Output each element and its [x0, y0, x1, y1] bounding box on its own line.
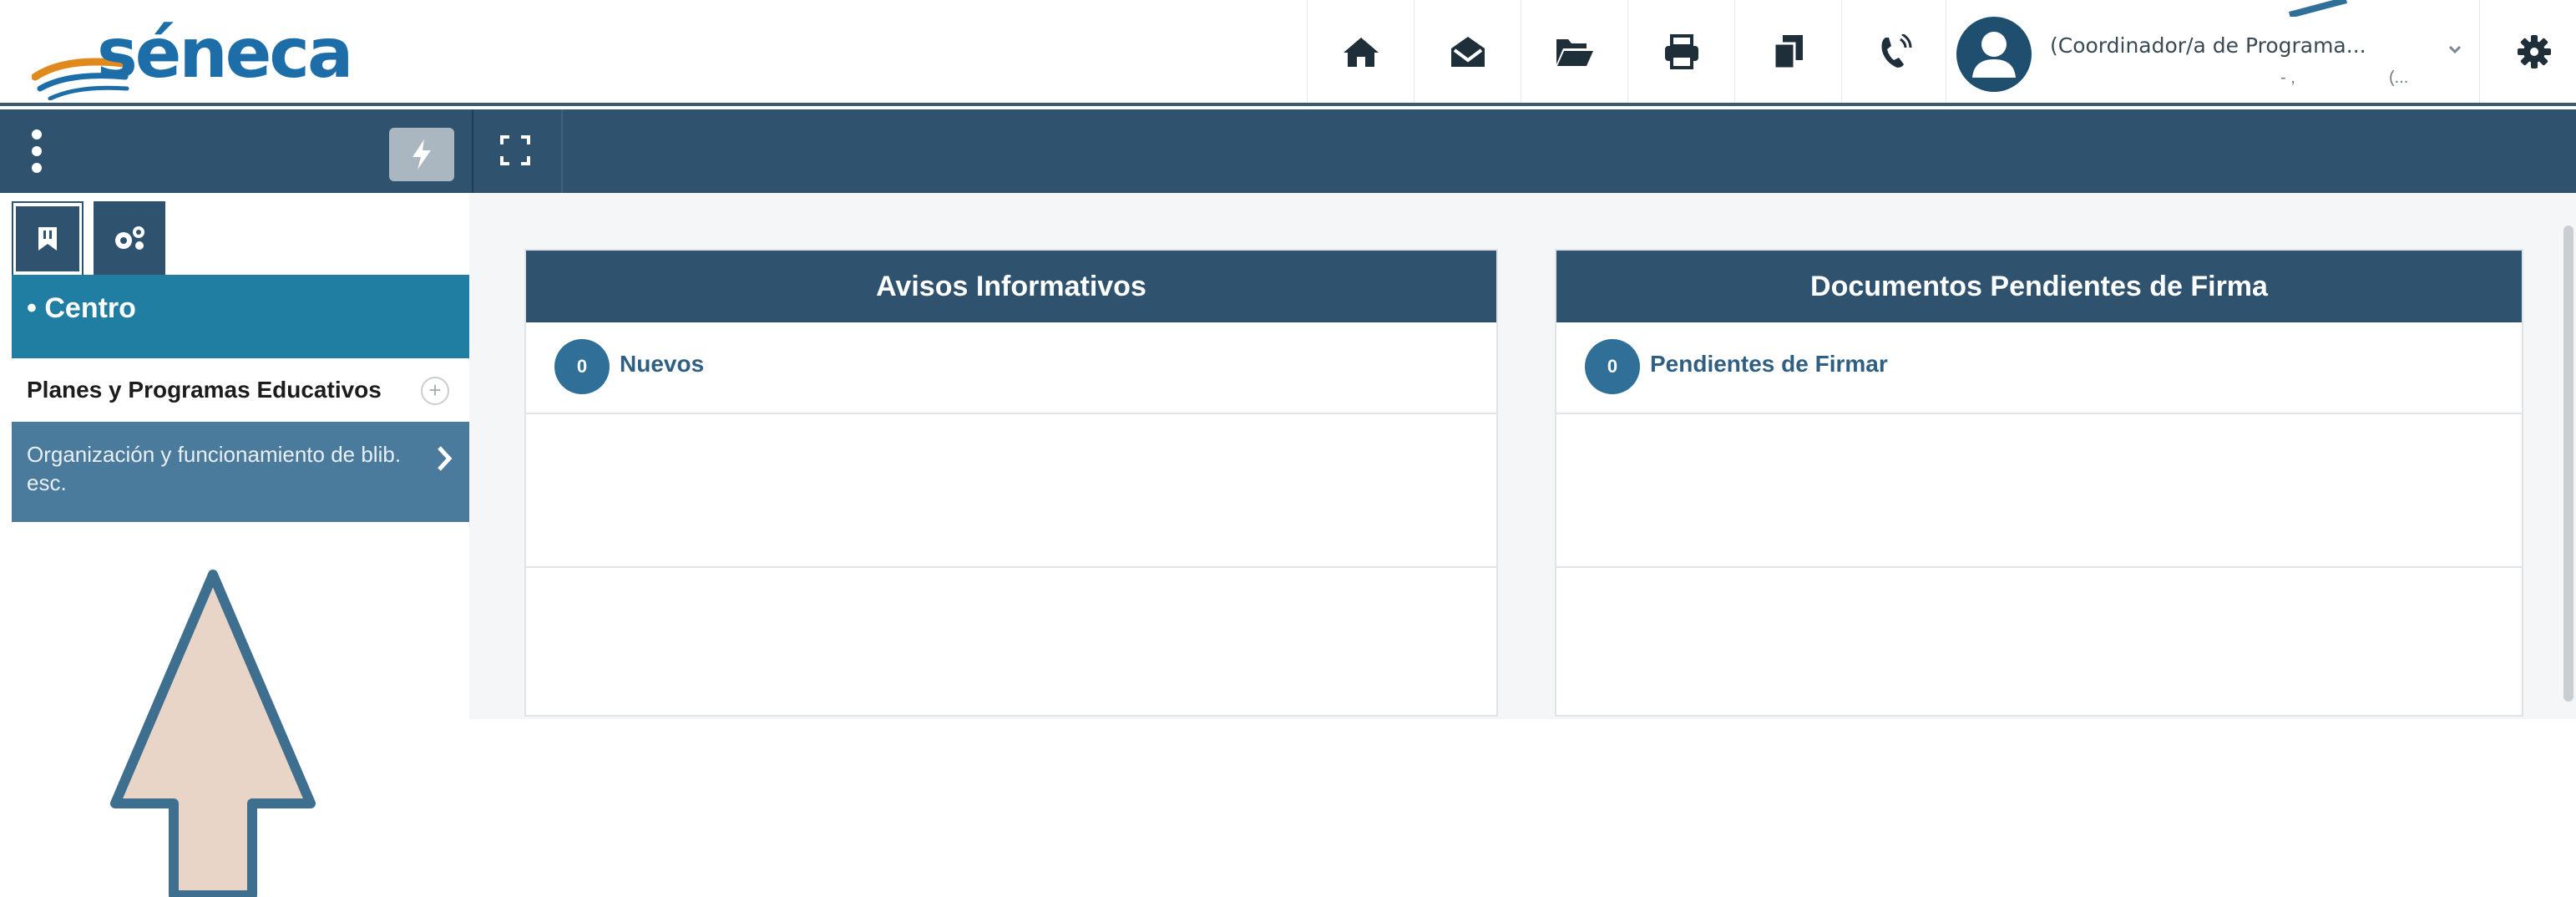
- sidebar-tabs: [0, 193, 469, 275]
- avisos-panel: Avisos Informativos 0 Nuevos: [524, 249, 1498, 717]
- empty-row: [526, 568, 1496, 715]
- panel-title: Documentos Pendientes de Firma: [1556, 251, 2522, 322]
- sidebar-item-label: Planes y Programas Educativos: [27, 377, 382, 403]
- contact-button[interactable]: [1841, 0, 1948, 103]
- plus-circle-icon[interactable]: +: [421, 377, 449, 405]
- count-badge: 0: [554, 339, 610, 394]
- envelope-open-icon: [1450, 36, 1485, 67]
- copy-icon: [1773, 34, 1803, 69]
- arrow-up-annotation: [110, 570, 316, 897]
- panel-title: Avisos Informativos: [526, 251, 1496, 322]
- sidebar-section-centro[interactable]: • Centro: [12, 275, 469, 358]
- count-label[interactable]: Nuevos: [620, 351, 704, 378]
- header-toolbar: [1307, 0, 1948, 103]
- list-item[interactable]: 0 Nuevos: [526, 322, 1496, 414]
- sidebar-item-organizacion[interactable]: Organización y funcionamiento de blib. e…: [12, 422, 469, 522]
- settings-button[interactable]: [2492, 0, 2576, 103]
- cogs-icon: [115, 226, 144, 250]
- phone-volume-icon: [1881, 33, 1911, 68]
- print-icon: [1664, 33, 1698, 69]
- app-header: séneca (Coordinador/a de Programa... - ,…: [0, 0, 2576, 106]
- count-badge: 0: [1585, 339, 1640, 394]
- print-button[interactable]: [1627, 0, 1734, 103]
- files-button[interactable]: [1521, 0, 1627, 103]
- tab-menu[interactable]: [12, 201, 84, 275]
- chevron-down-icon: [2448, 45, 2462, 54]
- documentos-panel: Documentos Pendientes de Firma 0 Pendien…: [1555, 249, 2523, 717]
- empty-row: [1556, 568, 2522, 715]
- sidebar-item-label: Organización y funcionamiento de blib. e…: [27, 442, 402, 495]
- home-button[interactable]: [1307, 0, 1414, 103]
- user-avatar-icon: [1956, 17, 2032, 92]
- bookmark-icon: [38, 227, 57, 251]
- bar-divider: [472, 109, 473, 193]
- ellipsis-vertical-icon[interactable]: [30, 128, 43, 175]
- tab-settings[interactable]: [94, 201, 165, 275]
- user-sub-text-left: - ,: [2280, 68, 2295, 87]
- bar-divider: [561, 109, 563, 193]
- logo-text: séneca: [97, 14, 353, 94]
- scrollbar[interactable]: [2563, 226, 2573, 702]
- sidebar: • Centro Planes y Programas Educativos +…: [0, 193, 469, 527]
- empty-row: [526, 414, 1496, 568]
- folder-open-icon: [1556, 38, 1593, 66]
- documents-button[interactable]: [1734, 0, 1841, 103]
- user-role-text: (Coordinador/a de Programa...: [2050, 33, 2366, 58]
- empty-row: [1556, 414, 2522, 568]
- chevron-right-icon: [438, 446, 453, 471]
- expand-icon[interactable]: [499, 134, 531, 166]
- top-action-bar: [0, 109, 2576, 193]
- user-profile-menu[interactable]: (Coordinador/a de Programa... - , (...: [1946, 0, 2480, 103]
- home-icon: [1343, 37, 1379, 67]
- gear-icon: [2518, 34, 2551, 68]
- messages-button[interactable]: [1414, 0, 1521, 103]
- list-item[interactable]: 0 Pendientes de Firmar: [1556, 322, 2522, 414]
- bolt-icon: [412, 139, 431, 170]
- sidebar-item-planes[interactable]: Planes y Programas Educativos +: [12, 358, 469, 422]
- decorative-arc: [2288, 0, 2348, 17]
- quick-actions-button[interactable]: [389, 128, 454, 181]
- count-label[interactable]: Pendientes de Firmar: [1650, 351, 1888, 378]
- user-sub-text-right: (...: [2389, 68, 2409, 87]
- seneca-logo[interactable]: séneca: [32, 14, 353, 100]
